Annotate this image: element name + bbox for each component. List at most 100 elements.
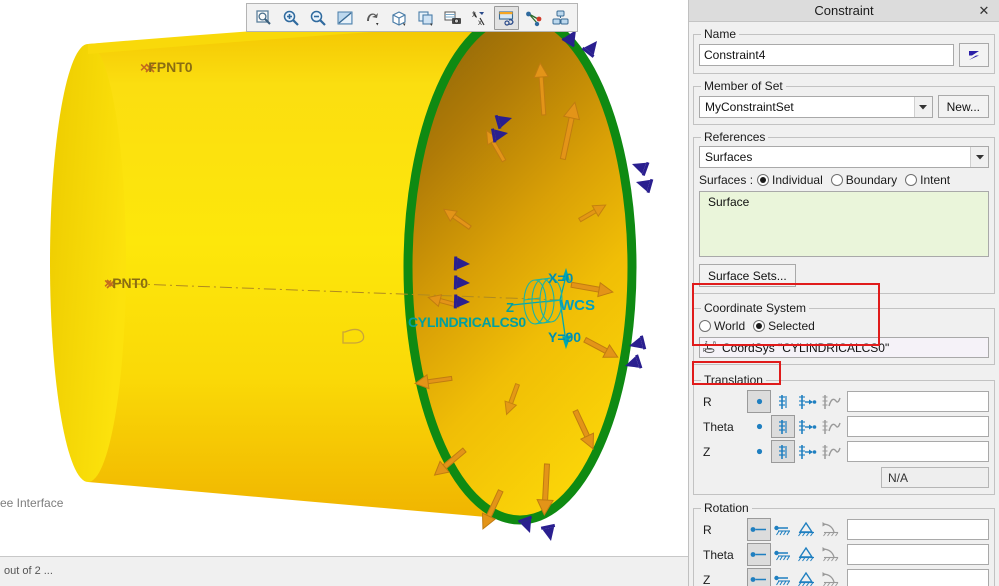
translation-theta-free-dot-icon[interactable] — [747, 415, 771, 438]
graphics-viewport[interactable]: ×FPNT0 ×PNT0 CYLINDRICALCS0 WCS X=0 Y=90… — [0, 0, 688, 586]
translation-theta-prescribed-translation-icon[interactable] — [795, 415, 819, 438]
radio-selected-dot[interactable] — [753, 320, 765, 332]
layer-camera-icon[interactable] — [440, 6, 465, 30]
rotation-row-theta: Theta — [699, 542, 989, 567]
surfaces-label: Surfaces : — [699, 173, 753, 187]
rotation-z-free-rotation-icon[interactable] — [747, 568, 771, 586]
coordinate-system-field[interactable]: z θ R CoordSys "CYLINDRICALCS0" — [699, 337, 989, 358]
translation-row-z: Z — [699, 439, 989, 464]
zoom-area-icon[interactable] — [251, 6, 276, 30]
rotation-z-prescribed-rotation-icon[interactable] — [795, 568, 819, 586]
references-legend: References — [701, 130, 768, 144]
translation-r-fixed-translation-icon[interactable] — [771, 390, 795, 413]
radio-intent[interactable]: Intent — [905, 173, 950, 187]
rotation-r-input[interactable] — [847, 519, 989, 540]
translation-z-function-translation-icon[interactable] — [819, 440, 843, 463]
3d-canvas[interactable]: ×FPNT0 ×PNT0 CYLINDRICALCS0 WCS X=0 Y=90… — [0, 0, 688, 556]
translation-row-theta-label: Theta — [699, 420, 747, 434]
translation-row-r-label: R — [699, 395, 747, 409]
rotation-r-prescribed-rotation-icon[interactable] — [795, 518, 819, 541]
spin-center-icon[interactable] — [359, 6, 384, 30]
datum-display-filters-icon[interactable]: x x — [467, 6, 492, 30]
radio-intent-label: Intent — [920, 173, 950, 187]
rotation-row-z-label: Z — [699, 573, 747, 586]
translation-row-theta: Theta — [699, 414, 989, 439]
translation-r-function-translation-icon[interactable] — [819, 390, 843, 413]
coordinate-system-value: CoordSys "CYLINDRICALCS0" — [722, 341, 889, 355]
dialog-title-bar: Constraint ✕ — [689, 0, 999, 22]
radio-world-dot[interactable] — [699, 320, 711, 332]
radio-selected-label: Selected — [768, 319, 815, 333]
rotation-row-z: Z — [699, 567, 989, 586]
viewport-toolbar[interactable]: x x — [246, 3, 578, 32]
zoom-in-icon[interactable] — [278, 6, 303, 30]
flash-repaint-icon[interactable] — [959, 43, 989, 67]
viewport-status-strip: out of 2 ... — [0, 556, 688, 586]
rotation-row-r: R — [699, 517, 989, 542]
translation-r-prescribed-translation-icon[interactable] — [795, 390, 819, 413]
model-tree-display-icon[interactable] — [548, 6, 573, 30]
surfaces-listbox[interactable]: Surface — [699, 191, 989, 257]
radio-boundary-dot[interactable] — [831, 174, 843, 186]
rotation-legend: Rotation — [701, 501, 752, 515]
chevron-down-icon[interactable] — [914, 97, 932, 117]
annotation-display-icon[interactable] — [521, 6, 546, 30]
rotation-group: Rotation R — [693, 501, 995, 586]
translation-z-prescribed-translation-icon[interactable] — [795, 440, 819, 463]
rotation-theta-prescribed-rotation-icon[interactable] — [795, 543, 819, 566]
simulation-display-icon[interactable] — [494, 6, 519, 30]
references-group: References Surfaces Surfaces : Individua… — [693, 130, 995, 294]
rotation-r-function-rotation-icon[interactable] — [819, 518, 843, 541]
name-input[interactable] — [699, 44, 954, 66]
constraint-dialog[interactable]: Constraint ✕ Name Member of Set — [688, 0, 999, 586]
translation-z-fixed-translation-icon[interactable] — [771, 440, 795, 463]
surface-sets-button[interactable]: Surface Sets... — [699, 264, 796, 287]
new-set-button[interactable]: New... — [938, 95, 989, 118]
radio-intent-dot[interactable] — [905, 174, 917, 186]
reference-type-value: Surfaces — [700, 150, 752, 164]
radio-individual-label: Individual — [772, 173, 823, 187]
member-of-set-value: MyConstraintSet — [700, 100, 794, 114]
application-window: ×FPNT0 ×PNT0 CYLINDRICALCS0 WCS X=0 Y=90… — [0, 0, 999, 586]
translation-row-z-label: Z — [699, 445, 747, 459]
rotation-r-fixed-rotation-icon[interactable] — [771, 518, 795, 541]
translation-row-r: R — [699, 389, 989, 414]
rotation-r-free-rotation-icon[interactable] — [747, 518, 771, 541]
rotation-theta-fixed-rotation-icon[interactable] — [771, 543, 795, 566]
rotation-row-theta-label: Theta — [699, 548, 747, 562]
translation-r-input[interactable] — [847, 391, 989, 412]
svg-text:θ: θ — [713, 341, 716, 347]
rotation-z-input[interactable] — [847, 569, 989, 586]
rotation-theta-free-rotation-icon[interactable] — [747, 543, 771, 566]
surfaces-radio-row: Surfaces : Individual Boundary Intent — [699, 173, 989, 187]
member-of-set-group: Member of Set MyConstraintSet New... — [693, 79, 995, 125]
translation-theta-input[interactable] — [847, 416, 989, 437]
name-group-legend: Name — [701, 27, 739, 41]
rotation-theta-function-rotation-icon[interactable] — [819, 543, 843, 566]
radio-selected[interactable]: Selected — [753, 319, 815, 333]
translation-theta-function-translation-icon[interactable] — [819, 415, 843, 438]
chevron-down-icon[interactable] — [970, 147, 988, 167]
radio-world[interactable]: World — [699, 319, 745, 333]
name-group: Name — [693, 27, 995, 74]
rotation-theta-input[interactable] — [847, 544, 989, 565]
translation-r-free-dot-icon[interactable] — [747, 390, 771, 413]
refit-icon[interactable] — [332, 6, 357, 30]
reference-type-combo[interactable]: Surfaces — [699, 146, 989, 168]
list-item[interactable]: Surface — [708, 195, 988, 209]
radio-individual[interactable]: Individual — [757, 173, 823, 187]
close-icon[interactable]: ✕ — [975, 2, 993, 20]
zoom-out-icon[interactable] — [305, 6, 330, 30]
radio-individual-dot[interactable] — [757, 174, 769, 186]
translation-z-free-dot-icon[interactable] — [747, 440, 771, 463]
rotation-z-function-rotation-icon[interactable] — [819, 568, 843, 586]
view-manager-icon[interactable] — [413, 6, 438, 30]
rotation-z-fixed-rotation-icon[interactable] — [771, 568, 795, 586]
member-of-set-combo[interactable]: MyConstraintSet — [699, 96, 933, 118]
cylinder-model — [0, 0, 688, 556]
saved-orientations-icon[interactable] — [386, 6, 411, 30]
member-of-set-legend: Member of Set — [701, 79, 786, 93]
translation-theta-fixed-translation-icon[interactable] — [771, 415, 795, 438]
translation-z-input[interactable] — [847, 441, 989, 462]
radio-boundary[interactable]: Boundary — [831, 173, 897, 187]
